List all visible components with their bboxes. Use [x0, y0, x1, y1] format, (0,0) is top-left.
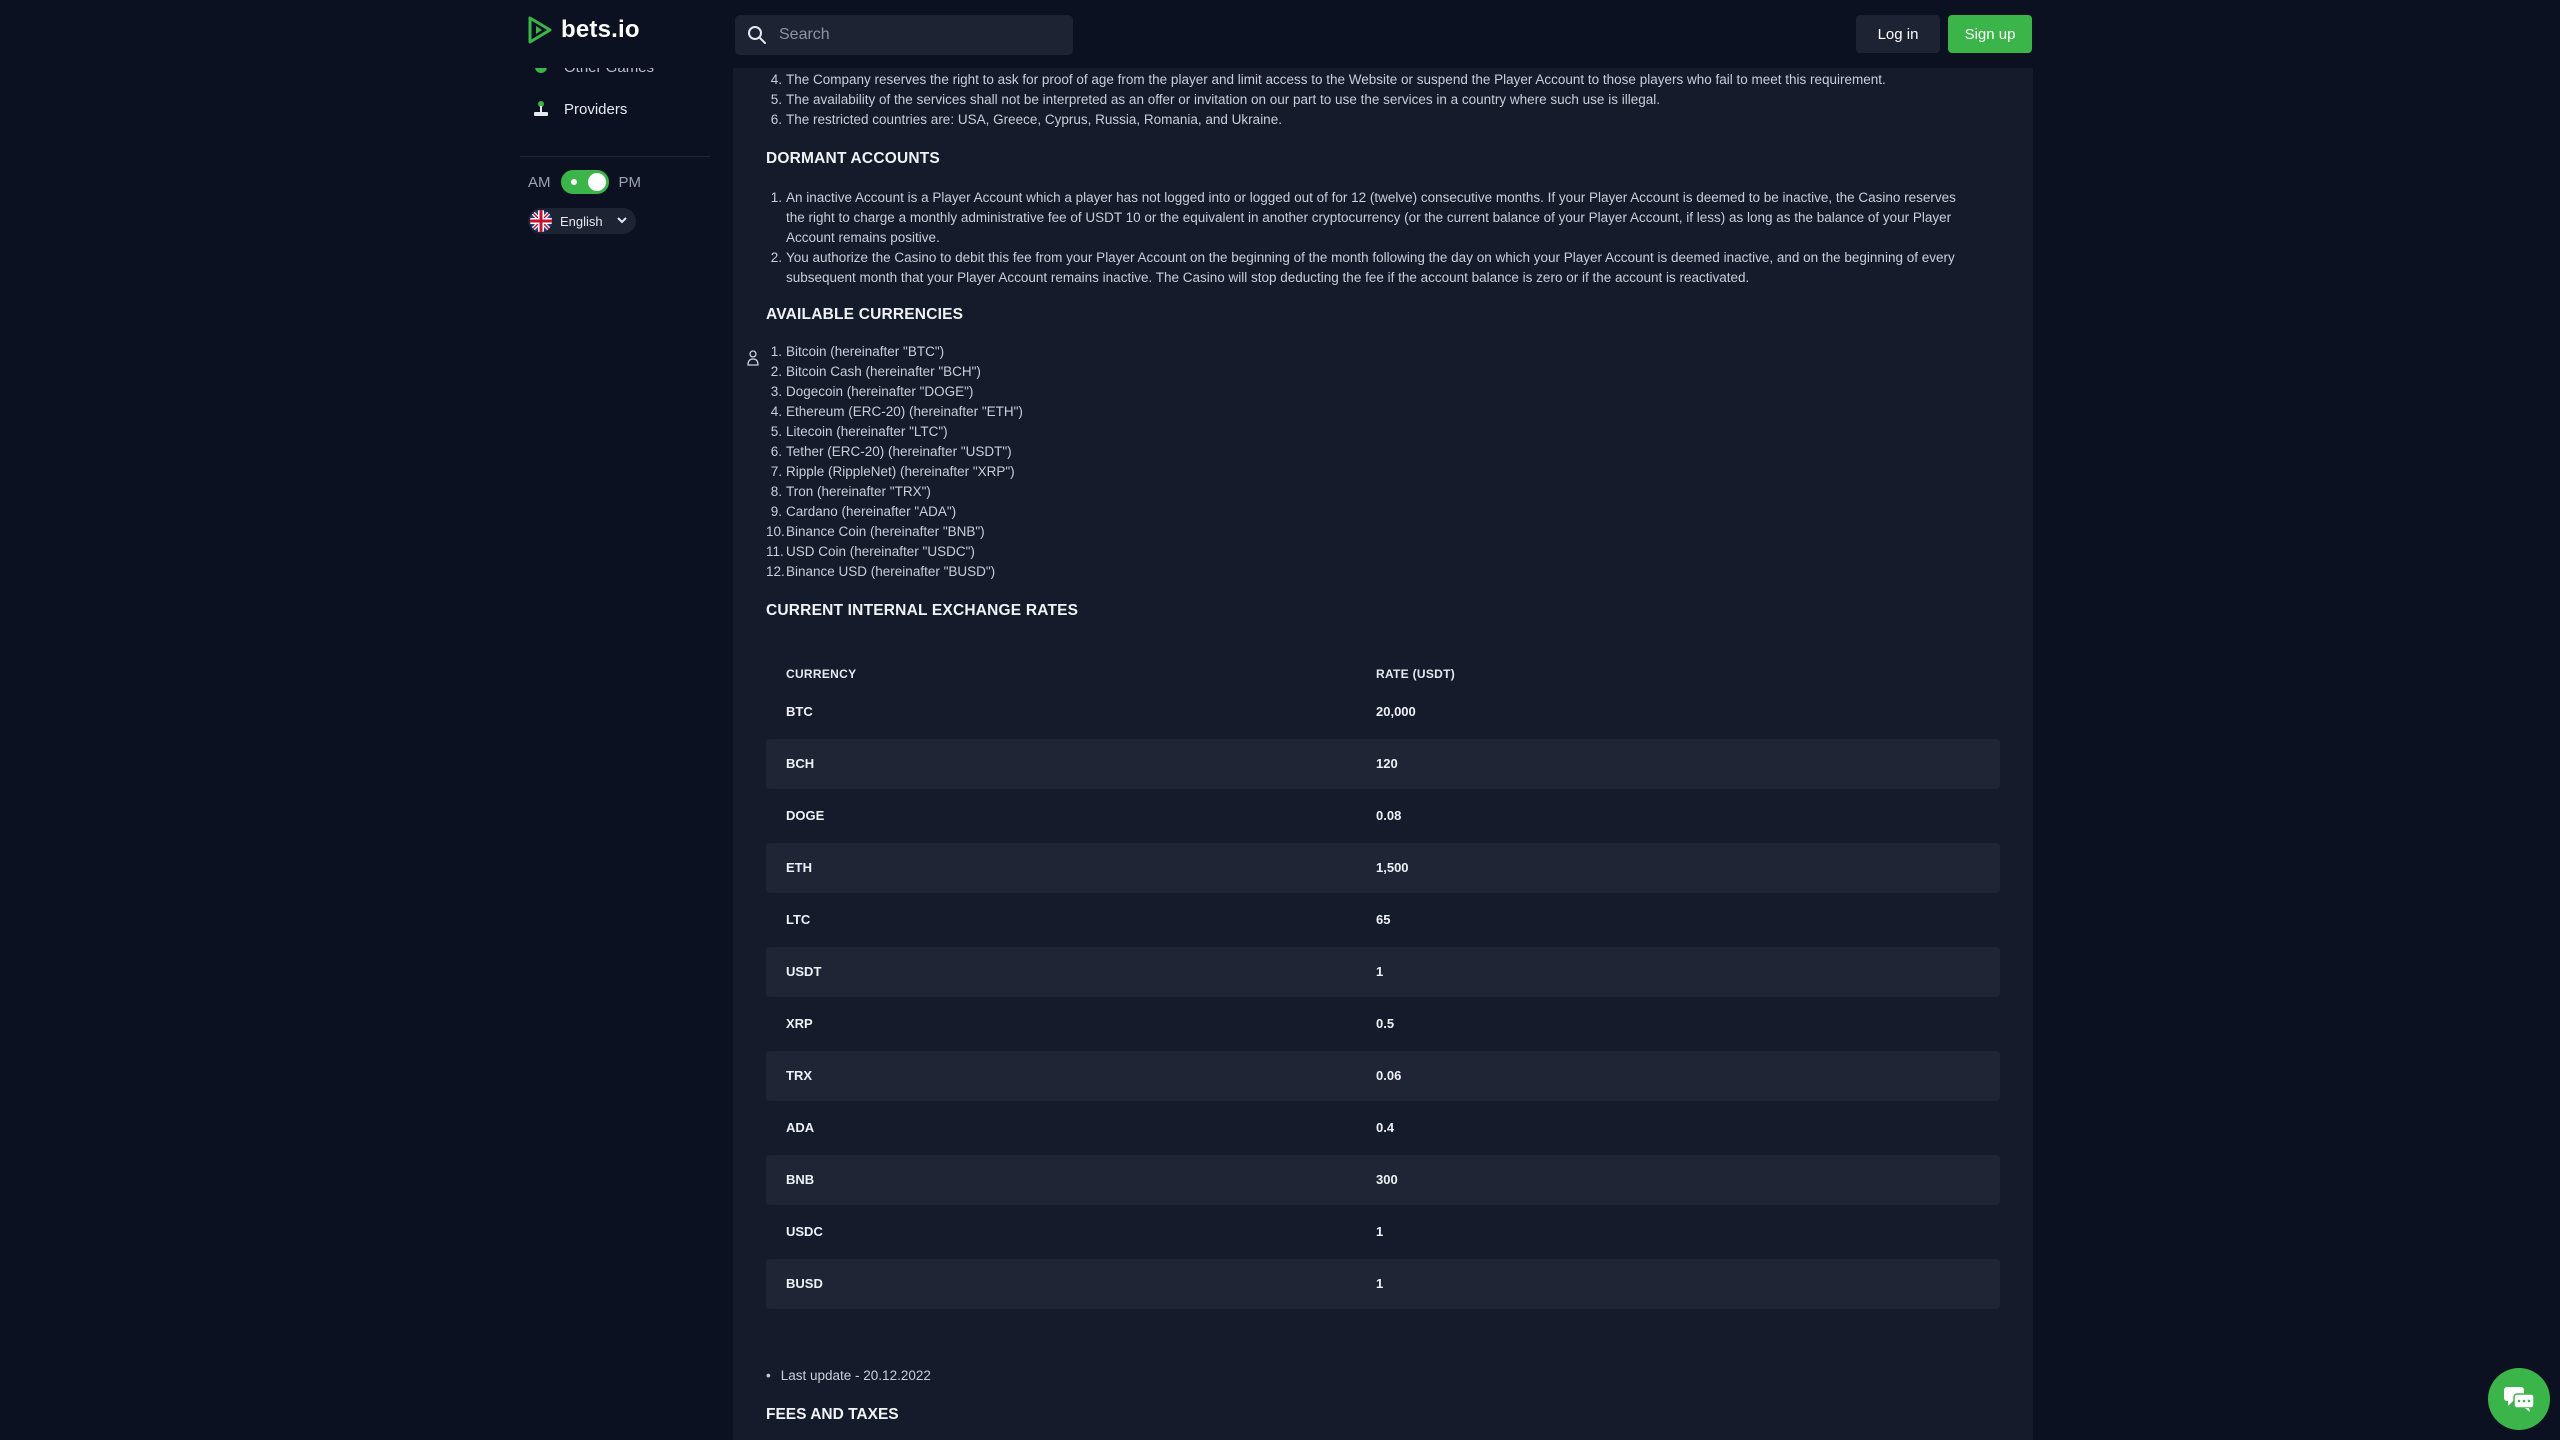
table-row: BNB 300: [766, 1155, 2000, 1205]
list-item: 4. The Company reserves the right to ask …: [770, 72, 1886, 87]
logo-icon: [528, 16, 552, 44]
currency-list-item: 4. Ethereum (ERC-20) (hereinafter "ETH"): [770, 404, 1023, 419]
pm-label: PM: [618, 173, 642, 191]
table-row: USDC 1: [786, 1224, 1384, 1239]
currency-list-item: 1. Bitcoin (hereinafter "BTC"): [770, 344, 945, 359]
search-input[interactable]: [777, 25, 1061, 45]
list-item: 6. The restricted countries are: USA, Gre…: [770, 112, 1282, 127]
table-row: ADA 0.4: [786, 1120, 1395, 1135]
person-icon: [747, 350, 759, 366]
terms-panel: 4. The Company reserves the right to ask …: [733, 68, 2033, 1440]
currency-list-item: 7. Ripple (RippleNet) (hereinafter "XRP"): [770, 464, 1015, 479]
exchange-rates-heading: CURRENT INTERNAL EXCHANGE RATES: [766, 602, 1079, 619]
signup-button[interactable]: Sign up: [1948, 15, 2032, 53]
table-row: TRX 0.06: [766, 1051, 2000, 1101]
site-logo[interactable]: bets.io: [527, 16, 640, 44]
table-row: LTC 65: [786, 912, 1391, 927]
sidebar-item-providers[interactable]: Providers: [532, 100, 627, 118]
column-header-rate: RATE (USDT): [1376, 667, 1456, 681]
list-item: 5. The availability of the services shall…: [770, 92, 1660, 107]
available-currencies-heading: AVAILABLE CURRENCIES: [766, 306, 964, 323]
table-row: XRP 0.5: [786, 1016, 1395, 1031]
currency-list-item: 12.Binance USD (hereinafter "BUSD"): [766, 564, 996, 579]
currency-list-item: 6. Tether (ERC-20) (hereinafter "USDT"): [770, 444, 1012, 459]
list-item: 1. An inactive Account is a Player Accoun…: [770, 190, 1956, 245]
logo-text: bets.io: [561, 16, 640, 43]
am-pm-switch[interactable]: [560, 170, 609, 194]
table-row: DOGE 0.08: [786, 808, 1402, 823]
language-label: English: [560, 213, 603, 229]
sidebar-divider: [520, 156, 710, 157]
chat-icon: [2504, 1387, 2535, 1412]
time-format-toggle: AM PM: [528, 170, 641, 194]
table-row: BCH 120: [766, 739, 2000, 789]
am-label: AM: [528, 173, 551, 191]
last-update-note: Last update - 20.12.2022: [766, 1368, 931, 1383]
joystick-icon: [534, 101, 548, 116]
table-row: BTC 20,000: [786, 704, 1416, 719]
fees-and-taxes-heading: FEES AND TAXES: [766, 1406, 899, 1423]
currency-list-item: 2. Bitcoin Cash (hereinafter "BCH"): [770, 364, 981, 379]
top-header: bets.io Log in Sign up: [0, 0, 2560, 68]
chevron-down-icon: [617, 217, 627, 224]
currency-list-item: 9. Cardano (hereinafter "ADA"): [770, 504, 957, 519]
dormant-accounts-heading: DORMANT ACCOUNTS: [766, 150, 940, 167]
search-box[interactable]: [735, 15, 1073, 55]
search-icon: [748, 26, 766, 44]
uk-flag-icon: [530, 210, 552, 232]
currency-list-item: 8. Tron (hereinafter "TRX"): [770, 484, 931, 499]
table-row: ETH 1,500: [766, 843, 2000, 893]
currency-list-item: 5. Litecoin (hereinafter "LTC"): [770, 424, 948, 439]
language-selector[interactable]: English: [528, 208, 636, 234]
sidebar-item-label: Providers: [564, 100, 628, 118]
currency-list-item: 11. USD Coin (hereinafter "USDC"): [766, 544, 975, 559]
table-row: BUSD 1: [766, 1259, 2000, 1309]
currency-list-item: 3. Dogecoin (hereinafter "DOGE"): [770, 384, 974, 399]
currency-list-item: 10.Binance Coin (hereinafter "BNB"): [766, 524, 985, 539]
table-row: USDT 1: [766, 947, 2000, 997]
live-chat-button[interactable]: [2488, 1368, 2550, 1430]
login-button[interactable]: Log in: [1856, 15, 1940, 53]
column-header-currency: CURRENCY: [786, 667, 857, 681]
list-item: 2. You authorize the Casino to debit this…: [770, 250, 1955, 285]
